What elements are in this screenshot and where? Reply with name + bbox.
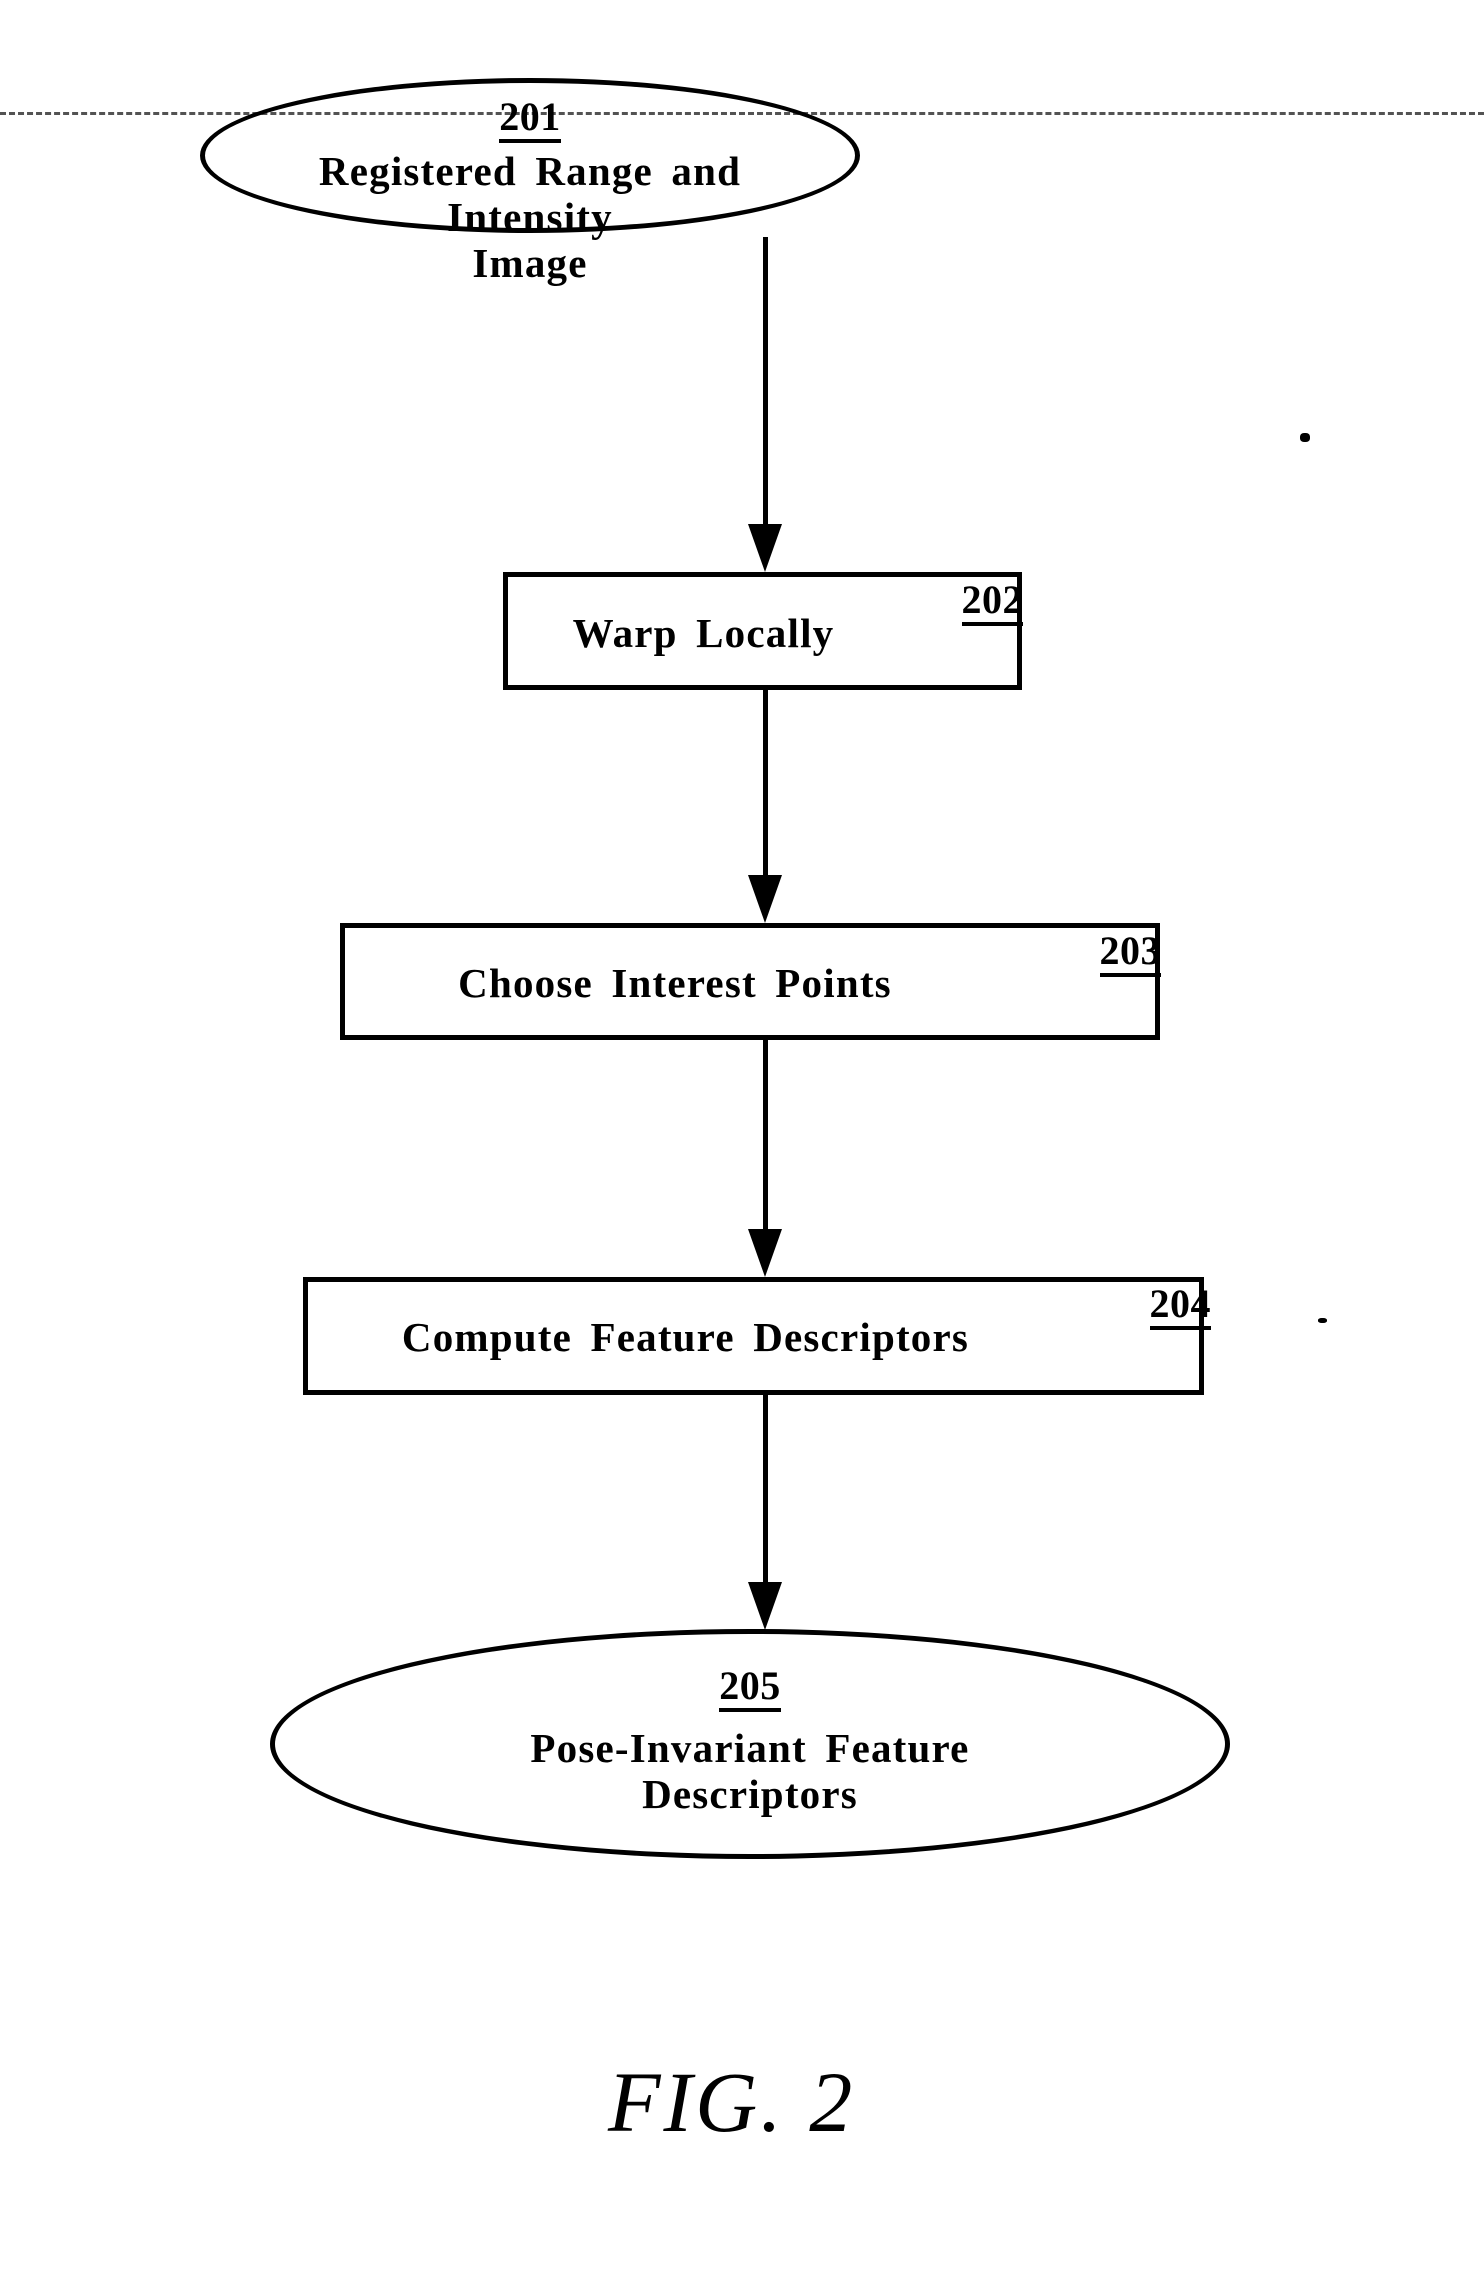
arrowhead-down-icon bbox=[748, 1582, 782, 1630]
figure-caption: FIG. 2 bbox=[608, 2054, 856, 2150]
flow-node-205-pose-invariant-feature-descriptors: 205 Pose-Invariant Feature Descriptors bbox=[270, 1629, 1230, 1859]
flow-node-204-label: Compute Feature Descriptors bbox=[401, 1314, 970, 1360]
edge-shaft bbox=[763, 237, 768, 525]
arrowhead-down-icon bbox=[748, 524, 782, 572]
ref-numeral-205: 205 bbox=[719, 1666, 781, 1712]
flow-node-204-compute-feature-descriptors: Compute Feature Descriptors 204 bbox=[303, 1277, 1211, 1395]
ref-numeral-204: 204 bbox=[1149, 1284, 1211, 1330]
flow-node-201-label-line1: Registered Range and Intensity bbox=[318, 148, 742, 240]
ref-numeral-203: 203 bbox=[1099, 931, 1161, 977]
ref-numeral-203-wrap: 203 bbox=[1099, 931, 1161, 977]
flow-node-205-label-line1: Pose-Invariant Feature bbox=[530, 1725, 970, 1771]
flow-node-202-label: Warp Locally bbox=[572, 610, 835, 656]
flow-node-201-registered-range-and-intensity-image: 201 Registered Range and Intensity Image bbox=[200, 78, 860, 286]
ref-numeral-201-wrap: 201 bbox=[205, 97, 855, 143]
flow-node-203-choose-interest-points: Choose Interest Points 203 bbox=[340, 923, 1161, 1040]
ref-numeral-205-wrap: 205 bbox=[275, 1666, 1225, 1712]
ref-numeral-202-wrap: 202 bbox=[961, 580, 1023, 626]
edge-shaft bbox=[763, 690, 768, 876]
arrowhead-down-icon bbox=[748, 875, 782, 923]
scan-speckle bbox=[1318, 1318, 1327, 1323]
edge-shaft bbox=[763, 1040, 768, 1230]
flow-node-203-label: Choose Interest Points bbox=[458, 960, 892, 1006]
patent-figure-page: 201 Registered Range and Intensity Image… bbox=[0, 0, 1484, 2286]
scan-speckle bbox=[1300, 433, 1310, 442]
ref-numeral-204-wrap: 204 bbox=[1149, 1284, 1211, 1330]
edge-shaft bbox=[763, 1395, 768, 1583]
flow-node-202-warp-locally: Warp Locally 202 bbox=[503, 572, 1023, 690]
arrowhead-down-icon bbox=[748, 1229, 782, 1277]
ref-numeral-201: 201 bbox=[499, 97, 561, 143]
flow-node-201-label-line2: Image bbox=[472, 239, 588, 286]
flow-node-205-label-line2: Descriptors bbox=[642, 1770, 858, 1817]
ref-numeral-202: 202 bbox=[961, 580, 1023, 626]
